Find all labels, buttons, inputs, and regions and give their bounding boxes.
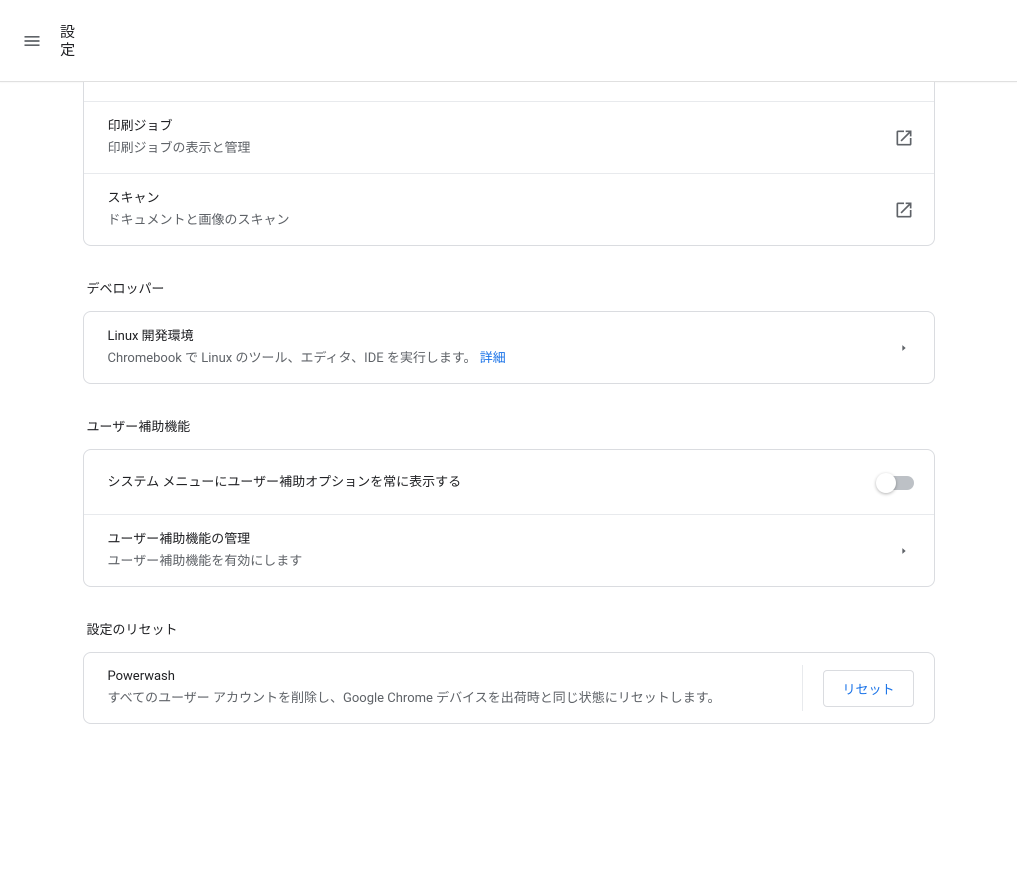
open-external-icon (894, 128, 914, 148)
accessibility-card: システム メニューにユーザー補助オプションを常に表示する ユーザー補助機能の管理… (83, 449, 935, 587)
menu-icon[interactable] (12, 21, 52, 61)
always-show-a11y-toggle[interactable] (878, 476, 914, 490)
page-title: 設定 (60, 23, 76, 59)
linux-sub-text: Chromebook で Linux のツール、エディタ、IDE を実行します。 (108, 351, 477, 366)
always-show-a11y-row[interactable]: システム メニューにユーザー補助オプションを常に表示する (84, 450, 934, 514)
linux-title: Linux 開発環境 (108, 327, 878, 347)
scan-sub: ドキュメントと画像のスキャン (108, 211, 878, 231)
linux-row[interactable]: Linux 開発環境 Chromebook で Linux のツール、エディタ、… (84, 312, 934, 383)
manage-a11y-sub: ユーザー補助機能を有効にします (108, 552, 878, 572)
print-jobs-row[interactable]: 印刷ジョブ 印刷ジョブの表示と管理 (84, 102, 934, 173)
print-jobs-sub: 印刷ジョブの表示と管理 (108, 139, 878, 159)
print-scan-card: 印刷ジョブ 印刷ジョブの表示と管理 スキャン ドキュメントと画像のスキャン (83, 82, 935, 246)
powerwash-row: Powerwash すべてのユーザー アカウントを削除し、Google Chro… (84, 653, 934, 723)
reset-header: 設定のリセット (83, 587, 935, 652)
linux-learn-more-link[interactable]: 詳細 (480, 351, 506, 366)
powerwash-reset-button[interactable]: リセット (823, 670, 913, 707)
divider (802, 665, 803, 711)
accessibility-header: ユーザー補助機能 (83, 384, 935, 449)
chevron-right-icon (894, 338, 914, 358)
powerwash-sub: すべてのユーザー アカウントを削除し、Google Chrome デバイスを出荷… (108, 689, 767, 709)
toolbar: 設定 (0, 0, 1017, 82)
always-show-a11y-title: システム メニューにユーザー補助オプションを常に表示する (108, 473, 862, 493)
reset-card: Powerwash すべてのユーザー アカウントを削除し、Google Chro… (83, 652, 935, 724)
print-jobs-title: 印刷ジョブ (108, 117, 878, 137)
manage-a11y-title: ユーザー補助機能の管理 (108, 530, 878, 550)
card-top-fragment (84, 82, 934, 102)
scan-row[interactable]: スキャン ドキュメントと画像のスキャン (84, 173, 934, 245)
open-external-icon (894, 200, 914, 220)
chevron-right-icon (894, 541, 914, 561)
developer-header: デベロッパー (83, 246, 935, 311)
linux-sub: Chromebook で Linux のツール、エディタ、IDE を実行します。… (108, 349, 878, 369)
manage-a11y-row[interactable]: ユーザー補助機能の管理 ユーザー補助機能を有効にします (84, 514, 934, 586)
powerwash-title: Powerwash (108, 667, 767, 687)
developer-card: Linux 開発環境 Chromebook で Linux のツール、エディタ、… (83, 311, 935, 384)
scan-title: スキャン (108, 189, 878, 209)
